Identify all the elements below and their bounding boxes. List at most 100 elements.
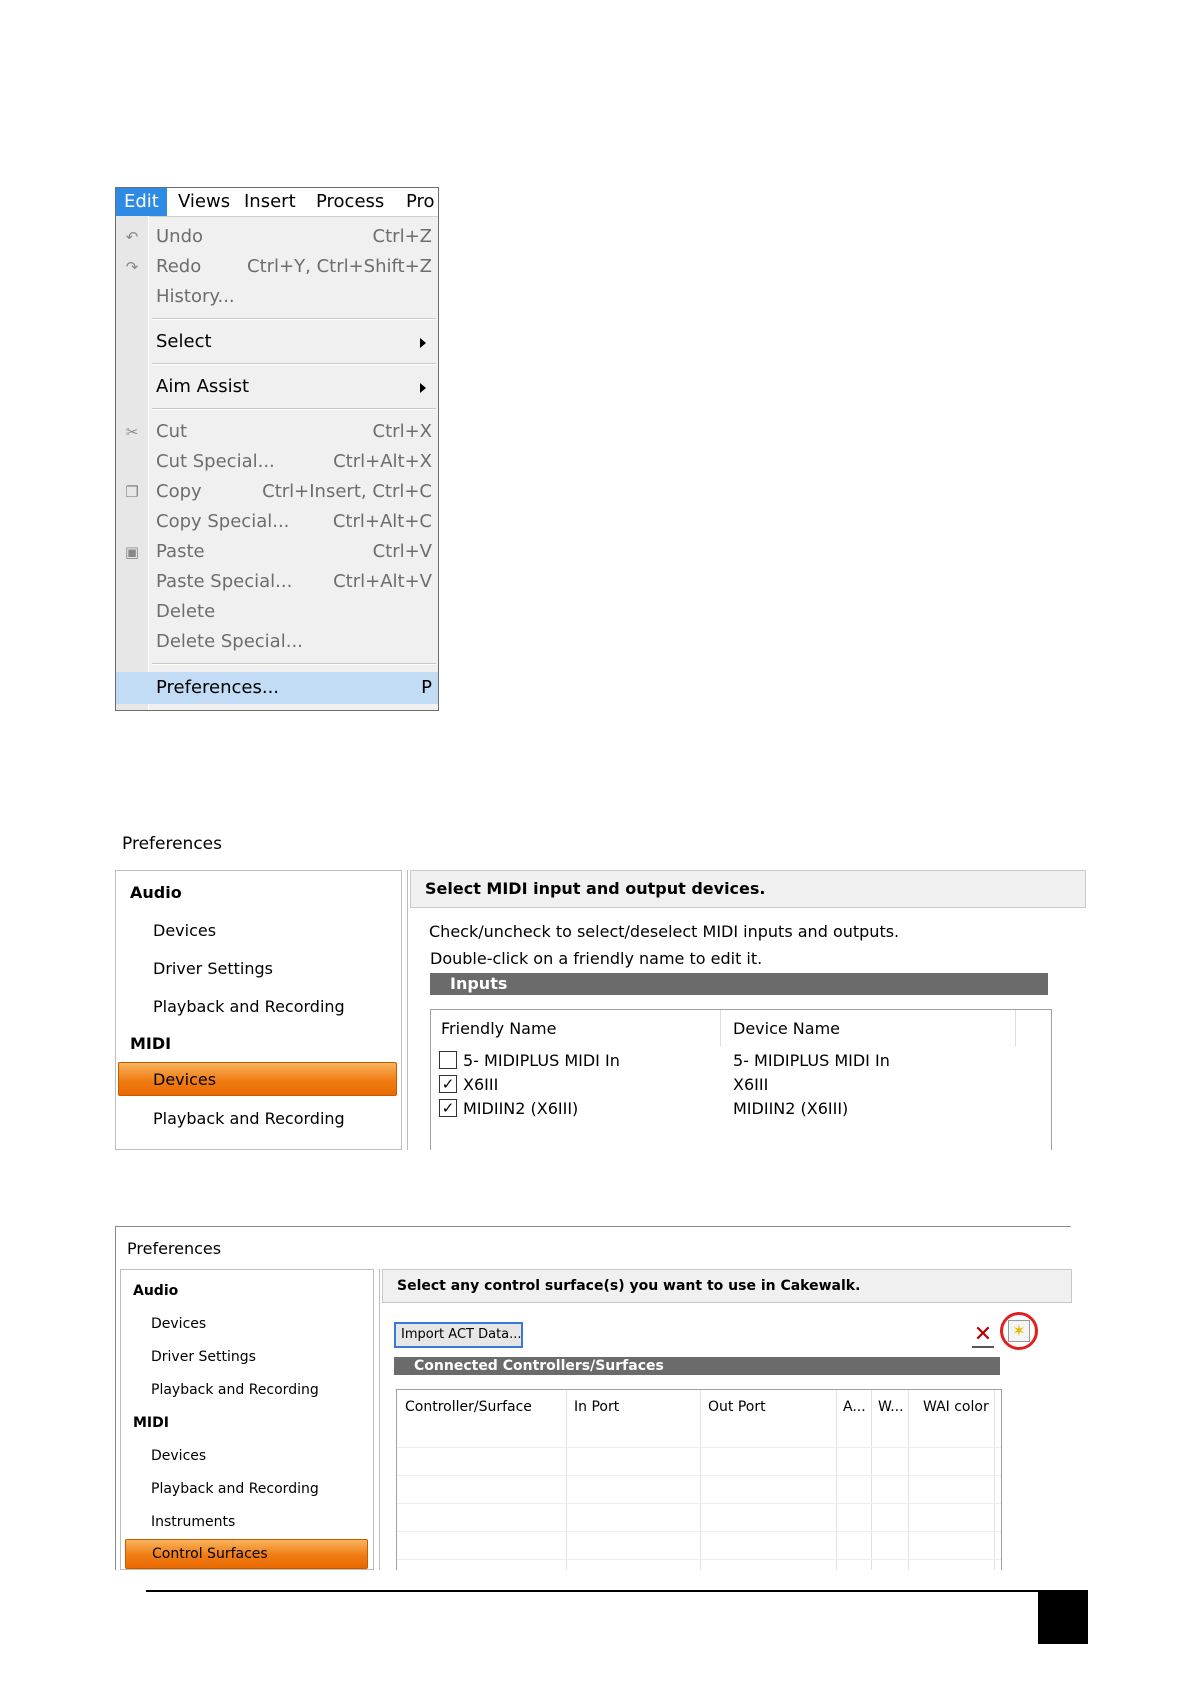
tree-item-label: Control Surfaces: [152, 1546, 268, 1562]
edit-menu: Edit Views Insert Process Pro ↶ Undo Ctr…: [115, 187, 439, 711]
tree-item-driver-settings[interactable]: Driver Settings: [153, 959, 273, 978]
copy-icon: ❐: [125, 483, 139, 501]
add-star-icon[interactable]: ✶: [1008, 1320, 1030, 1342]
column-divider: [908, 1390, 909, 1570]
list-item[interactable]: 5- MIDIPLUS MIDI In 5- MIDIPLUS MIDI In: [431, 1049, 1051, 1073]
checkbox-checked[interactable]: ✓: [439, 1075, 457, 1093]
menu-pro[interactable]: Pro: [398, 188, 438, 216]
column-header-device-name[interactable]: Device Name: [733, 1019, 840, 1038]
menu-separator: [152, 363, 436, 365]
row-divider: [397, 1475, 1001, 1476]
dialog-title: Preferences: [127, 1239, 222, 1258]
menu-item-label: Paste: [156, 541, 205, 562]
preferences-control-surfaces-panel: Preferences Audio Devices Driver Setting…: [115, 1226, 1072, 1570]
menu-item-shortcut: Ctrl+Alt+V: [333, 571, 432, 592]
tree-item-audio-playback-recording[interactable]: Playback and Recording: [153, 997, 345, 1016]
tree-item-instruments[interactable]: Instruments: [151, 1514, 235, 1530]
column-header-controller-surface[interactable]: Controller/Surface: [405, 1399, 532, 1415]
import-act-data-button[interactable]: Import ACT Data...: [394, 1322, 523, 1348]
menu-item-shortcut: Ctrl+Alt+X: [333, 451, 432, 472]
column-divider: [836, 1390, 837, 1570]
column-header-out-port[interactable]: Out Port: [708, 1399, 766, 1415]
tree-item-audio-devices[interactable]: Devices: [153, 921, 216, 940]
column-header-w[interactable]: W...: [878, 1399, 904, 1415]
column-header-a[interactable]: A...: [843, 1399, 866, 1415]
tree-item-midi-playback-recording[interactable]: Playback and Recording: [153, 1109, 345, 1128]
list-item[interactable]: ✓ X6III X6III: [431, 1073, 1051, 1097]
menu-item-shortcut: Ctrl+X: [372, 421, 432, 442]
menu-item-paste[interactable]: ▣ Paste Ctrl+V: [116, 537, 438, 567]
menu-item-select[interactable]: Select: [116, 327, 438, 357]
menu-item-copy[interactable]: ❐ Copy Ctrl+Insert, Ctrl+C: [116, 477, 438, 507]
tree-header-audio[interactable]: Audio: [130, 883, 182, 902]
menu-edit[interactable]: Edit: [116, 188, 167, 216]
instruction-text: Check/uncheck to select/deselect MIDI in…: [429, 922, 900, 941]
dialog-title: Preferences: [122, 834, 222, 854]
content-area: Select MIDI input and output devices. Ch…: [407, 870, 1086, 1150]
menu-item-label: Delete: [156, 601, 216, 622]
device-name-cell: MIDIIN2 (X6III): [733, 1099, 849, 1118]
menu-separator: [152, 318, 436, 320]
menu-process[interactable]: Process: [308, 188, 392, 216]
menu-item-copy-special[interactable]: Copy Special... Ctrl+Alt+C: [116, 507, 438, 537]
tree-item-midi-playback-recording[interactable]: Playback and Recording: [151, 1481, 319, 1497]
menu-item-shortcut: Ctrl+Y, Ctrl+Shift+Z: [247, 256, 432, 277]
controllers-table: Controller/Surface In Port Out Port A...…: [396, 1389, 1002, 1570]
tree-item-midi-devices[interactable]: Devices: [151, 1448, 206, 1464]
tree-item-audio-playback-recording[interactable]: Playback and Recording: [151, 1382, 319, 1398]
row-divider: [397, 1559, 1001, 1560]
friendly-name-cell[interactable]: MIDIIN2 (X6III): [463, 1099, 578, 1118]
checkbox-unchecked[interactable]: [439, 1051, 457, 1069]
menu-item-shortcut: Ctrl+V: [372, 541, 432, 562]
menu-item-undo[interactable]: ↶ Undo Ctrl+Z: [116, 222, 438, 252]
row-divider: [397, 1447, 1001, 1448]
menu-item-redo[interactable]: ↷ Redo Ctrl+Y, Ctrl+Shift+Z: [116, 252, 438, 282]
menu-item-history[interactable]: History...: [116, 282, 438, 312]
menu-item-label: Cut Special...: [156, 451, 275, 472]
row-divider: [397, 1531, 1001, 1532]
inputs-section-bar: Inputs: [430, 973, 1048, 995]
column-divider: [871, 1390, 872, 1570]
menu-views[interactable]: Views: [170, 188, 238, 216]
menu-bar: Edit Views Insert Process Pro: [116, 188, 438, 217]
page-number-block: [1038, 1590, 1088, 1644]
tree-item-audio-devices[interactable]: Devices: [151, 1316, 206, 1332]
column-header-wai-color[interactable]: WAI color: [923, 1399, 989, 1415]
device-name-cell: 5- MIDIPLUS MIDI In: [733, 1051, 890, 1070]
preferences-midi-panel: Preferences Audio Devices Driver Setting…: [115, 820, 1086, 1150]
list-item[interactable]: ✓ MIDIIN2 (X6III) MIDIIN2 (X6III): [431, 1097, 1051, 1121]
paste-icon: ▣: [124, 543, 140, 561]
menu-item-preferences[interactable]: Preferences... P: [116, 672, 438, 704]
menu-separator: [152, 663, 436, 665]
tree-item-control-surfaces-selected[interactable]: Control Surfaces: [125, 1539, 368, 1569]
menu-item-aim-assist[interactable]: Aim Assist: [116, 372, 438, 402]
preferences-tree: Audio Devices Driver Settings Playback a…: [120, 1269, 374, 1570]
column-header-in-port[interactable]: In Port: [574, 1399, 619, 1415]
tree-item-driver-settings[interactable]: Driver Settings: [151, 1349, 256, 1365]
menu-item-label: Cut: [156, 421, 188, 442]
menu-item-cut-special[interactable]: Cut Special... Ctrl+Alt+X: [116, 447, 438, 477]
footer-rule: [146, 1590, 1086, 1592]
menu-item-shortcut: P: [421, 677, 432, 698]
friendly-name-cell[interactable]: X6III: [463, 1075, 498, 1094]
connected-controllers-bar: Connected Controllers/Surfaces: [394, 1357, 1000, 1375]
scissors-icon: ✂: [125, 423, 139, 441]
tree-header-midi[interactable]: MIDI: [130, 1034, 171, 1053]
menu-item-label: Copy: [156, 481, 202, 502]
tree-item-label: Devices: [153, 1070, 217, 1089]
menu-item-paste-special[interactable]: Paste Special... Ctrl+Alt+V: [116, 567, 438, 597]
friendly-name-cell[interactable]: 5- MIDIPLUS MIDI In: [463, 1051, 620, 1070]
menu-item-delete-special[interactable]: Delete Special...: [116, 627, 438, 657]
column-header-friendly-name[interactable]: Friendly Name: [441, 1019, 556, 1038]
menu-item-delete[interactable]: Delete: [116, 597, 438, 627]
delete-x-icon[interactable]: ✕: [972, 1324, 994, 1348]
menu-insert[interactable]: Insert: [236, 188, 304, 216]
tree-header-midi[interactable]: MIDI: [133, 1415, 169, 1431]
menu-separator: [152, 408, 436, 410]
menu-item-cut[interactable]: ✂ Cut Ctrl+X: [116, 417, 438, 447]
tree-item-midi-devices-selected[interactable]: Devices: [118, 1062, 397, 1096]
checkbox-checked[interactable]: ✓: [439, 1099, 457, 1117]
column-divider: [566, 1390, 567, 1570]
tree-header-audio[interactable]: Audio: [133, 1283, 178, 1299]
preferences-tree: Audio Devices Driver Settings Playback a…: [115, 870, 402, 1150]
